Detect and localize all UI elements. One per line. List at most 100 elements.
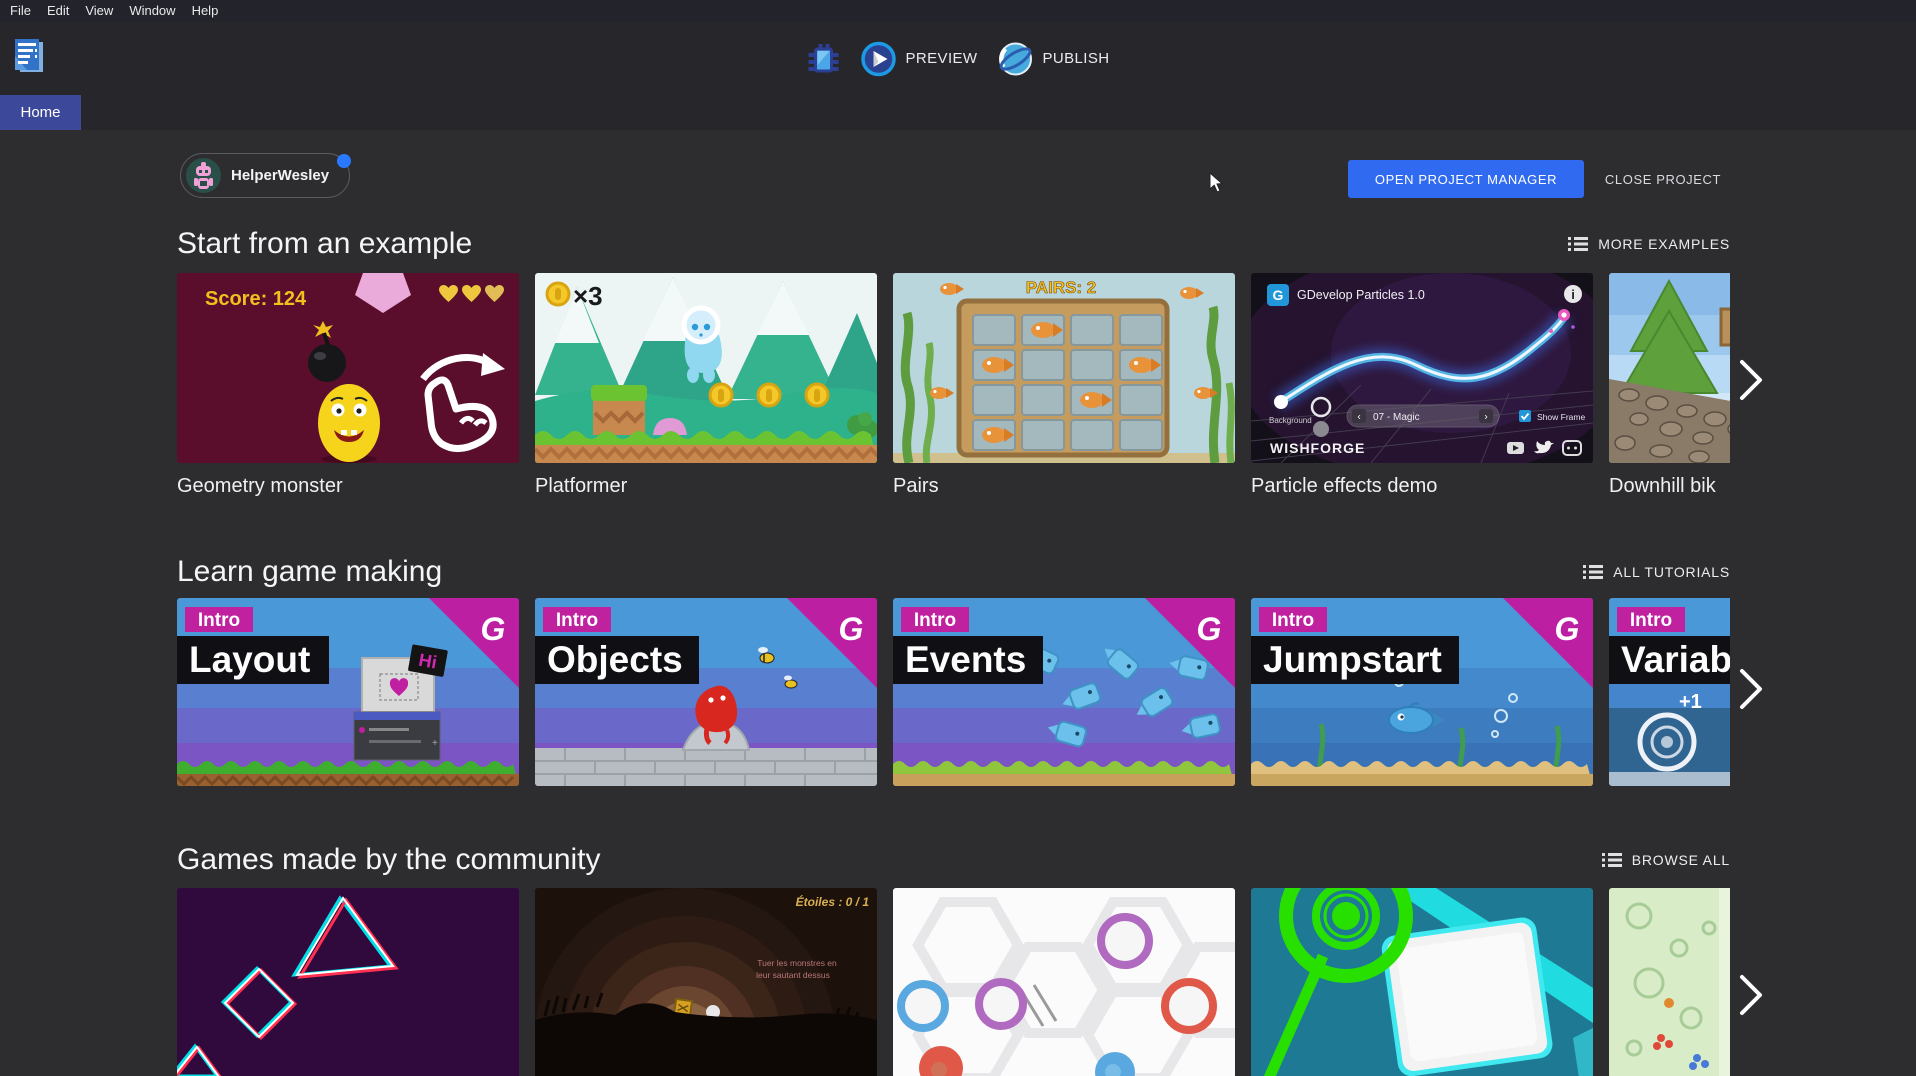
tutorial-variables-thumbnail: +1 G Intro Variab [1609, 598, 1730, 786]
svg-text:Intro: Intro [914, 610, 956, 631]
svg-text:i: i [1571, 287, 1575, 302]
youtube-icon [1507, 442, 1524, 454]
link-label: MORE EXAMPLES [1598, 236, 1730, 252]
example-card-geometry-monster[interactable]: Score: 124 [177, 273, 519, 498]
menu-view[interactable]: View [77, 0, 121, 22]
tutorial-card-events[interactable]: G Intro Events [893, 598, 1235, 786]
teal-square-thumbnail [1251, 888, 1593, 1076]
svg-text:leur sautant dessus: leur sautant dessus [756, 970, 830, 980]
menu-help[interactable]: Help [184, 0, 227, 22]
link-label: ALL TUTORIALS [1613, 564, 1730, 580]
app-logo-icon [12, 36, 46, 76]
toolbar: PREVIEW PUBLISH [0, 22, 1916, 95]
tutorial-card-layout[interactable]: Hi + G Intro Layout [177, 598, 519, 786]
browse-all-link[interactable]: BROWSE ALL [1602, 852, 1730, 868]
particle-effects-thumbnail: G GDevelop Particles 1.0 i Background ‹ … [1251, 273, 1593, 463]
svg-text:G: G [481, 611, 506, 647]
svg-text:G: G [1197, 611, 1222, 647]
svg-text:Tuer les monstres en: Tuer les monstres en [757, 958, 837, 968]
bubbles-thumbnail [1609, 888, 1730, 1076]
community-card-bubbles[interactable] [1609, 888, 1730, 1076]
publish-globe-icon [997, 41, 1033, 77]
profile-chip[interactable]: HelperWesley [180, 153, 350, 198]
svg-text:Intro: Intro [556, 610, 598, 631]
community-card-night-platformer[interactable]: Étoiles : 0 / 1 Tuer les monstres en leu… [535, 888, 877, 1076]
section-examples-header: Start from an example MORE EXAMPLES [177, 224, 1730, 264]
scroll-right-community[interactable] [1738, 973, 1764, 1017]
all-tutorials-link[interactable]: ALL TUTORIALS [1583, 564, 1730, 580]
scroll-right-examples[interactable] [1738, 358, 1764, 402]
close-project-button[interactable]: CLOSE PROJECT [1598, 160, 1728, 198]
section-tutorials-header: Learn game making ALL TUTORIALS [177, 552, 1730, 592]
menu-edit[interactable]: Edit [39, 0, 77, 22]
svg-text:PAIRS: 2: PAIRS: 2 [1026, 278, 1097, 297]
menu-window[interactable]: Window [121, 0, 183, 22]
avatar [186, 158, 221, 193]
svg-text:WISHFORGE: WISHFORGE [1270, 440, 1365, 456]
tutorial-events-thumbnail: G Intro Events [893, 598, 1235, 786]
preview-button[interactable]: PREVIEW [861, 41, 978, 77]
svg-text:Variab: Variab [1621, 639, 1730, 680]
preview-label: PREVIEW [906, 50, 978, 67]
debugger-icon[interactable] [807, 42, 841, 76]
downhill-bike-thumbnail: G [1609, 273, 1730, 463]
tutorials-row: Hi + G Intro Layout [177, 598, 1730, 786]
card-title: Downhill bik [1609, 475, 1730, 498]
card-title: Geometry monster [177, 475, 519, 498]
neon-shapes-thumbnail [177, 888, 519, 1076]
svg-text:G: G [839, 611, 864, 647]
night-platformer-thumbnail: Étoiles : 0 / 1 Tuer les monstres en leu… [535, 888, 877, 1076]
platformer-thumbnail: ×3 [535, 273, 877, 463]
community-card-neon-shapes[interactable] [177, 888, 519, 1076]
list-icon [1602, 852, 1622, 868]
publish-button[interactable]: PUBLISH [997, 41, 1109, 77]
open-project-manager-button[interactable]: OPEN PROJECT MANAGER [1348, 160, 1584, 198]
tutorial-objects-thumbnail: G Intro Objects [535, 598, 877, 786]
svg-text:‹: ‹ [1357, 412, 1360, 423]
svg-text:07 - Magic: 07 - Magic [1373, 412, 1420, 423]
svg-text:Intro: Intro [1272, 610, 1314, 631]
section-title: Start from an example [177, 227, 472, 261]
community-card-teal-square[interactable] [1251, 888, 1593, 1076]
svg-text:Intro: Intro [1630, 610, 1672, 631]
list-icon [1583, 564, 1603, 580]
menu-file[interactable]: File [2, 0, 39, 22]
gdevelop-window: File Edit View Window Help [0, 0, 1916, 1076]
tutorial-card-variables[interactable]: +1 G Intro Variab [1609, 598, 1730, 786]
mouse-cursor [1209, 172, 1225, 194]
play-icon [861, 41, 897, 77]
example-card-pairs[interactable]: PAIRS: 2 [893, 273, 1235, 498]
username: HelperWesley [231, 167, 329, 184]
svg-text:Background: Background [1269, 416, 1312, 425]
svg-text:Intro: Intro [198, 610, 240, 631]
community-card-hex-puzzle[interactable] [893, 888, 1235, 1076]
example-card-platformer[interactable]: ×3 [535, 273, 877, 498]
scroll-right-tutorials[interactable] [1738, 667, 1764, 711]
example-card-particle-effects[interactable]: G GDevelop Particles 1.0 i Background ‹ … [1251, 273, 1593, 498]
geometry-monster-thumbnail: Score: 124 [177, 273, 519, 463]
list-icon [1568, 236, 1588, 252]
card-title: Platformer [535, 475, 877, 498]
svg-text:Events: Events [905, 639, 1026, 680]
tab-home[interactable]: Home [0, 95, 81, 130]
tutorial-card-objects[interactable]: G Intro Objects [535, 598, 877, 786]
svg-text:Show Frame: Show Frame [1537, 412, 1585, 422]
tutorial-layout-thumbnail: Hi + G Intro Layout [177, 598, 519, 786]
more-examples-link[interactable]: MORE EXAMPLES [1568, 236, 1730, 252]
svg-text:G: G [1273, 287, 1284, 303]
home-page: HelperWesley OPEN PROJECT MANAGER CLOSE … [0, 130, 1916, 1076]
svg-text:Score: 124: Score: 124 [205, 288, 307, 310]
section-title: Learn game making [177, 555, 442, 589]
svg-text:G: G [1555, 611, 1580, 647]
svg-text:Layout: Layout [189, 639, 310, 680]
svg-text:Hi: Hi [417, 650, 438, 673]
svg-text:GDevelop Particles 1.0: GDevelop Particles 1.0 [1297, 288, 1425, 302]
tutorial-jumpstart-thumbnail: G Intro Jumpstart [1251, 598, 1593, 786]
menu-bar: File Edit View Window Help [0, 0, 1916, 22]
svg-text:›: › [1484, 412, 1487, 423]
svg-text:+: + [432, 738, 438, 749]
link-label: BROWSE ALL [1632, 852, 1730, 868]
tutorial-card-jumpstart[interactable]: G Intro Jumpstart [1251, 598, 1593, 786]
example-card-downhill-bike[interactable]: G Downhill bik [1609, 273, 1730, 498]
svg-text:Objects: Objects [547, 639, 683, 680]
